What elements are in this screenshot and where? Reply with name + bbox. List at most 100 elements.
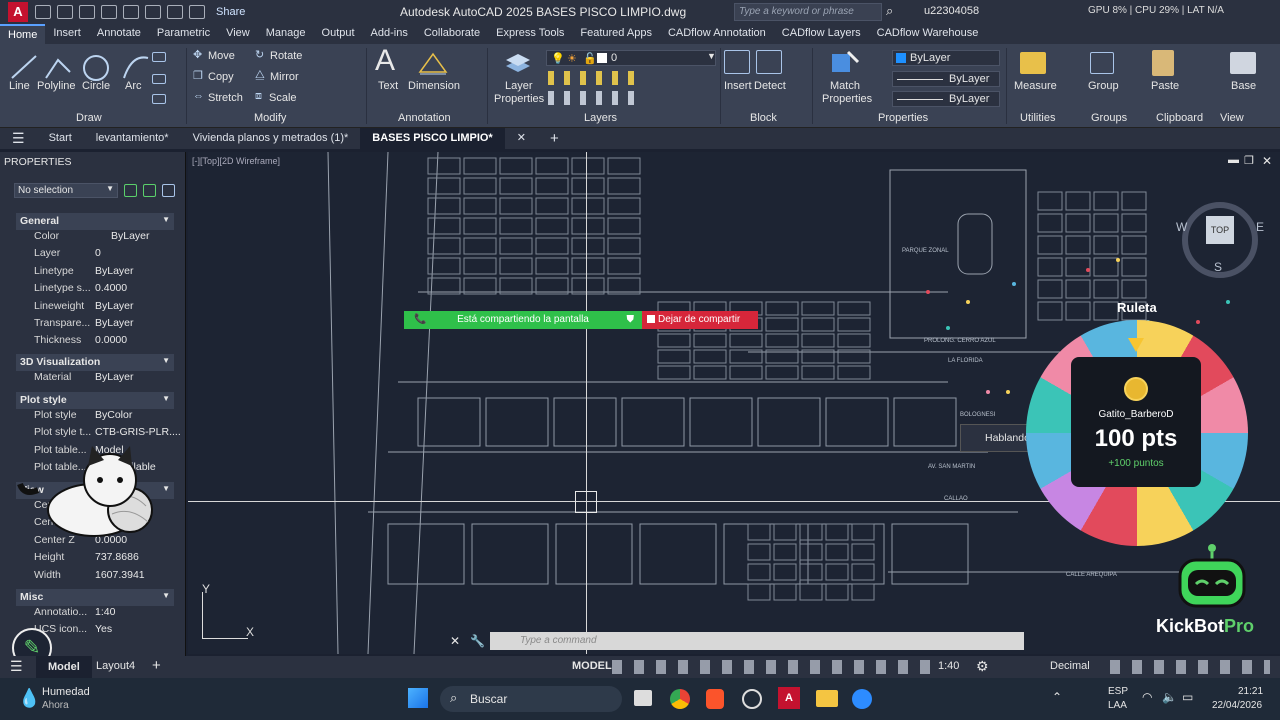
layer-dropdown[interactable]: 💡 ☀ 🔓 0 ▼ (546, 50, 716, 66)
battery-icon[interactable]: ▭ (1182, 690, 1193, 704)
dimension-button[interactable]: Dimension (408, 80, 460, 92)
group-button[interactable]: Group (1088, 80, 1119, 92)
share-button[interactable]: Share (216, 6, 245, 18)
autocad-logo[interactable]: A (8, 2, 28, 22)
autocad-taskbar-icon[interactable]: A (778, 687, 800, 709)
layout-menu-icon[interactable]: ☰ (10, 658, 23, 675)
viewport-minimize-icon[interactable]: ▬ (1228, 154, 1239, 166)
property-row[interactable]: Plot style ByColor (0, 409, 186, 426)
property-row[interactable]: Material ByLayer (0, 371, 186, 388)
chrome-icon[interactable] (670, 689, 690, 709)
table-icon[interactable] (152, 94, 166, 104)
taskbar-search[interactable]: ⌕ Buscar (440, 686, 622, 712)
clock-date[interactable]: 22/04/2026 (1212, 700, 1262, 711)
ribbon-tab-parametric[interactable]: Parametric (149, 24, 218, 44)
property-value[interactable]: ByLayer (95, 317, 134, 329)
ribbon-tab-add-ins[interactable]: Add-ins (363, 24, 416, 44)
color-dropdown[interactable]: ByLayer (892, 50, 1000, 66)
undo-icon[interactable] (167, 5, 183, 19)
property-row[interactable]: Height 737.8686 (0, 551, 186, 568)
viewcube-west[interactable]: W (1176, 220, 1187, 234)
property-row[interactable]: Lineweight ByLayer (0, 300, 186, 317)
new-file-icon[interactable] (35, 5, 51, 19)
ribbon-tab-insert[interactable]: Insert (45, 24, 89, 44)
layer-tools-row-1[interactable] (548, 71, 644, 85)
polyline-button[interactable]: Polyline (37, 80, 76, 92)
property-row[interactable]: Width 1607.3941 (0, 569, 186, 586)
close-command-icon[interactable]: ✕ (450, 634, 460, 648)
redo-icon[interactable] (189, 5, 205, 19)
help-search-input[interactable]: Type a keyword or phrase (734, 3, 882, 21)
property-value[interactable]: 737.8686 (95, 551, 139, 563)
ribbon-tab-cadflow-annotation[interactable]: CADflow Annotation (660, 24, 774, 44)
property-value[interactable]: ByLayer (95, 300, 134, 312)
property-value[interactable]: ByColor (95, 409, 132, 421)
customize-command-icon[interactable]: 🔧 (470, 634, 485, 648)
layer-properties-label-1[interactable]: Layer (505, 80, 533, 92)
rectangle-icon[interactable] (152, 52, 166, 62)
section-misc[interactable]: Misc ▼ (16, 589, 174, 606)
viewcube-south[interactable]: S (1214, 260, 1222, 274)
groups-group-label[interactable]: Groups (1091, 112, 1127, 124)
ribbon-tab-manage[interactable]: Manage (258, 24, 314, 44)
scale-button[interactable]: Scale (269, 92, 297, 104)
insert-button[interactable]: Insert (724, 80, 752, 92)
open-file-icon[interactable] (57, 5, 73, 19)
layer-properties-label-2[interactable]: Properties (494, 93, 544, 105)
property-value[interactable]: 1607.3941 (95, 569, 145, 581)
viewcube-top-face[interactable]: TOP (1206, 216, 1234, 244)
clipboard-group-label[interactable]: Clipboard (1156, 112, 1203, 124)
arc-button[interactable]: Arc (125, 80, 142, 92)
pickadd-toggle-icon[interactable] (162, 184, 175, 197)
file-tab-vivienda[interactable]: Vivienda planos y metrados (1)* (181, 128, 361, 149)
selection-dropdown[interactable]: No selection ▼ (14, 183, 118, 198)
language-2[interactable]: LAA (1108, 700, 1127, 711)
web-mobile-icon[interactable] (123, 5, 139, 19)
wifi-icon[interactable]: ◠ (1142, 690, 1152, 704)
weather-drop-icon[interactable]: 💧 (18, 688, 40, 709)
base-button[interactable]: Base (1231, 80, 1256, 92)
ribbon-tab-express-tools[interactable]: Express Tools (488, 24, 572, 44)
property-value[interactable]: CTB-GRIS-PLR.... (95, 426, 181, 438)
view-group-label[interactable]: View (1220, 112, 1244, 124)
property-value[interactable]: Yes (95, 623, 112, 635)
tray-chevron-up-icon[interactable]: ⌃ (1052, 690, 1062, 704)
utilities-group-label[interactable]: Utilities (1020, 112, 1055, 124)
move-button[interactable]: Move (208, 50, 235, 62)
mirror-button[interactable]: Mirror (270, 71, 299, 83)
property-row[interactable]: Linetype s... 0.4000 (0, 282, 186, 299)
status-tools[interactable] (1110, 660, 1270, 674)
command-input[interactable]: Type a command (490, 632, 1024, 650)
paste-button[interactable]: Paste (1151, 80, 1179, 92)
weather-title[interactable]: Humedad (42, 686, 90, 698)
units-dropdown[interactable]: Decimal (1050, 660, 1090, 672)
ribbon-tab-cadflow-layers[interactable]: CADflow Layers (774, 24, 869, 44)
match-properties-label-1[interactable]: Match (830, 80, 860, 92)
drafting-toggles[interactable] (612, 660, 942, 674)
user-account[interactable]: u22304058 (924, 5, 979, 17)
draw-group-label[interactable]: Draw (76, 112, 102, 124)
task-view-icon[interactable] (634, 690, 652, 706)
property-row[interactable]: Linetype ByLayer (0, 265, 186, 282)
properties-group-label[interactable]: Properties (878, 112, 928, 124)
section-viz3d[interactable]: 3D Visualization ▼ (16, 354, 174, 371)
property-row[interactable]: Annotatio... 1:40 (0, 606, 186, 623)
file-tab-start[interactable]: Start (37, 128, 84, 149)
line-button[interactable]: Line (9, 80, 30, 92)
save-as-icon[interactable] (101, 5, 117, 19)
zoom-icon[interactable] (852, 689, 872, 709)
add-layout-icon[interactable]: + (152, 657, 161, 674)
layer-tools-row-2[interactable] (548, 91, 644, 105)
modify-group-label[interactable]: Modify (254, 112, 286, 124)
property-value[interactable]: ByLayer (95, 371, 134, 383)
property-row[interactable]: Color ByLayer (0, 230, 186, 247)
hamburger-menu-icon[interactable]: ☰ (0, 128, 37, 149)
detect-button[interactable]: Detect (754, 80, 786, 92)
property-row[interactable]: Layer 0 (0, 247, 186, 264)
ribbon-tab-cadflow-warehouse[interactable]: CADflow Warehouse (869, 24, 987, 44)
stop-sharing-button[interactable]: Dejar de compartir (642, 311, 758, 329)
property-value[interactable]: 1:40 (95, 606, 115, 618)
property-row[interactable]: Thickness 0.0000 (0, 334, 186, 351)
property-row[interactable]: Transpare... ByLayer (0, 317, 186, 334)
annotation-scale[interactable]: 1:40 (938, 660, 959, 672)
